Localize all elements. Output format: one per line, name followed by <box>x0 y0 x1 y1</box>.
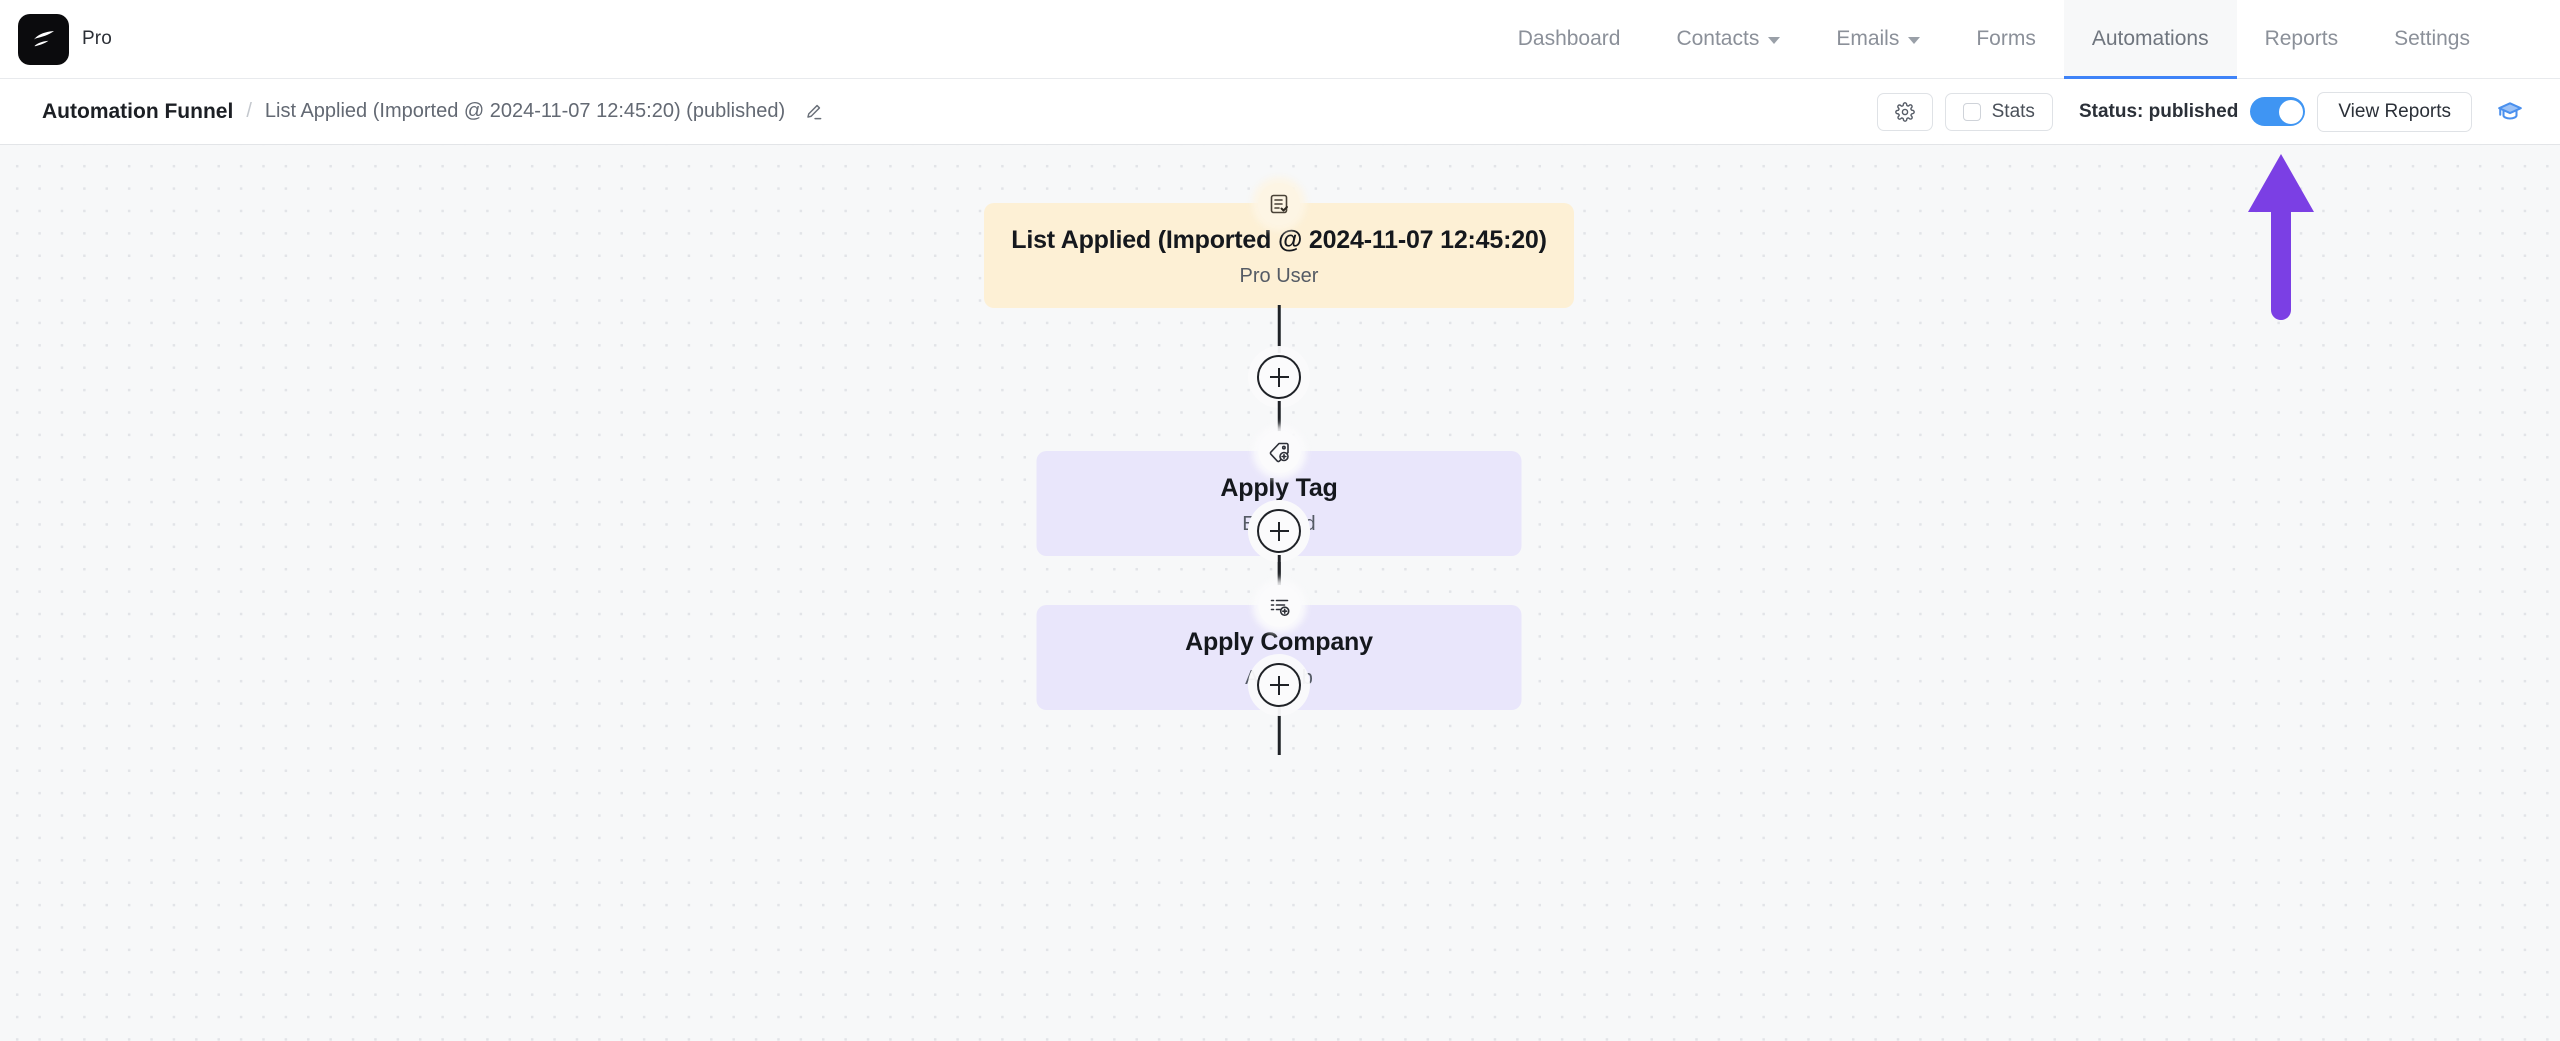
nav-label: Forms <box>1976 27 2036 50</box>
nav-label: Contacts <box>1676 27 1760 50</box>
node-trigger-list-applied[interactable]: List Applied (Imported @ 2024-11-07 12:4… <box>984 183 1574 309</box>
pencil-icon[interactable] <box>800 99 826 125</box>
tag-plus-icon <box>1258 431 1300 473</box>
brand[interactable]: Pro <box>16 13 112 65</box>
node-subtitle: Pro User <box>1239 265 1319 288</box>
breadcrumb: Automation Funnel / List Applied (Import… <box>42 99 826 125</box>
stats-checkbox[interactable] <box>1962 102 1981 121</box>
nav-item-dashboard[interactable]: Dashboard <box>1490 0 1649 79</box>
chevron-down-icon <box>1908 37 1921 44</box>
connector-line <box>1277 707 1281 755</box>
nav-label: Emails <box>1836 27 1900 50</box>
app-logo-icon <box>18 13 69 65</box>
add-step-after-apply-company[interactable] <box>1257 663 1301 707</box>
nav-item-emails[interactable]: Emails <box>1808 0 1948 79</box>
toggle-knob <box>2278 99 2303 124</box>
node-title: List Applied (Imported @ 2024-11-07 12:4… <box>1011 226 1547 254</box>
stats-toggle-button[interactable]: Stats <box>1944 92 2053 131</box>
nav-item-contacts[interactable]: Contacts <box>1648 0 1808 79</box>
automation-canvas[interactable]: List Applied (Imported @ 2024-11-07 12:4… <box>0 145 2560 1041</box>
breadcrumb-separator: / <box>246 100 252 122</box>
settings-button[interactable] <box>1876 92 1933 131</box>
brand-label: Pro <box>82 28 112 49</box>
add-step-after-apply-tag[interactable] <box>1257 509 1301 553</box>
node-title: Apply Tag <box>1220 474 1338 502</box>
nav-label: Settings <box>2394 27 2470 50</box>
clipboard-check-icon <box>1258 183 1300 225</box>
primary-nav: Dashboard Contacts Emails Forms Automati… <box>1490 0 2498 79</box>
add-step-after-trigger[interactable] <box>1257 355 1301 399</box>
status-label: Status: published <box>2078 100 2239 122</box>
automation-toolbar: Automation Funnel / List Applied (Import… <box>0 79 2560 145</box>
nav-label: Reports <box>2264 27 2339 50</box>
nav-item-automations[interactable]: Automations <box>2063 0 2237 79</box>
nav-label: Automations <box>2091 27 2209 50</box>
toolbar-actions: Stats Status: published View Reports <box>1876 91 2530 132</box>
breadcrumb-root[interactable]: Automation Funnel <box>42 100 233 124</box>
view-reports-label: View Reports <box>2338 100 2451 122</box>
view-reports-button[interactable]: View Reports <box>2317 91 2472 132</box>
nav-item-settings[interactable]: Settings <box>2366 0 2498 79</box>
breadcrumb-current: List Applied (Imported @ 2024-11-07 12:4… <box>264 100 786 122</box>
nav-label: Dashboard <box>1517 27 1621 50</box>
stats-label: Stats <box>1991 100 2035 122</box>
top-navigation-bar: Pro Dashboard Contacts Emails Forms Auto… <box>0 0 2560 79</box>
graduation-cap-icon[interactable] <box>2490 93 2530 131</box>
nav-item-forms[interactable]: Forms <box>1948 0 2064 79</box>
connector-line <box>1277 305 1281 353</box>
list-plus-icon <box>1258 585 1300 627</box>
nav-item-reports[interactable]: Reports <box>2237 0 2367 79</box>
node-title: Apply Company <box>1185 628 1373 656</box>
chevron-down-icon <box>1768 37 1781 44</box>
status-toggle[interactable] <box>2250 97 2306 126</box>
